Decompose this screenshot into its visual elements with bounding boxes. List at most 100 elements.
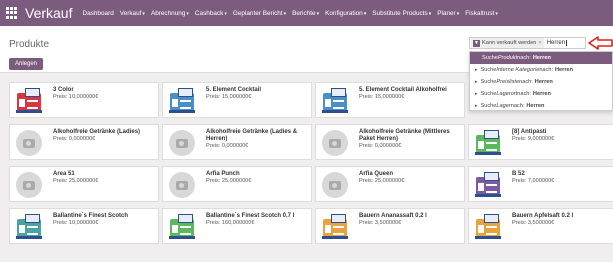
search-facet[interactable]: ▼ Kann verkauft werden × [471,38,544,48]
expand-triangle-icon[interactable]: ▸ [475,67,478,73]
product-card[interactable]: Area 51 Preis: 25,000000€ [9,166,159,202]
main-menu: Dashboard Verkauf▾ Abrechnung▾ Cashback▾ Gep… [82,10,503,17]
apps-menu-icon[interactable] [6,7,18,19]
product-card[interactable]: B 52 Preis: 7,000000€ [468,166,613,202]
option-prefix: Suche [480,79,497,85]
option-term: Herren [532,55,551,61]
product-card[interactable]: Bauern Apfelsaft 0.2 l Preis: 3,500000€ [468,208,613,244]
option-prefix: Suche [480,91,497,97]
product-name: Alkoholfreie Getränke (Ladies) [53,129,141,135]
menu-item-fiskaltrust[interactable]: Fiskaltrust▾ [465,10,498,17]
cash-register-icon [16,214,42,240]
filter-icon: ▼ [473,39,480,47]
menu-item-label: Fiskaltrust [465,9,495,17]
product-name: Ballantine`s Finest Scotch 0.7 l [206,213,295,219]
menu-item-label: Substitute Products [372,9,428,17]
product-name: 3 Color [53,87,74,93]
menu-item-planer[interactable]: Planer▾ [437,10,459,17]
product-price: Preis: 160,000000€ [206,220,255,226]
menu-item-geplanter-bericht[interactable]: Geplanter Bericht▾ [233,10,286,17]
search-autocomplete-dropdown: Suche Produkt nach: Herren ▸ Suche Interne … [469,51,613,111]
menu-item-konfiguration[interactable]: Konfiguration▾ [325,10,366,17]
expand-triangle-icon[interactable]: ▸ [475,79,478,85]
search-option[interactable]: Suche Produkt nach: Herren [470,52,612,64]
remove-facet-icon[interactable]: × [538,40,541,46]
cash-register-icon [475,214,501,240]
menu-item-label: Verkauf [119,9,142,17]
create-button[interactable]: Anlegen [9,58,43,70]
product-card[interactable]: Arfia Queen Preis: 25,000000€ [315,166,465,202]
menu-item-label: Dashboard [82,9,114,17]
product-card[interactable]: Alkoholfreie Getränke (Mittleres Paket H… [315,124,465,160]
camera-placeholder-icon [16,172,42,198]
product-name: Alkoholfreie Getränke (Mittleres Paket H… [359,129,450,142]
menu-item-label: Planer [437,9,456,17]
product-card[interactable]: Ballantine`s Finest Scotch Preis: 10,0000… [9,208,159,244]
cash-register-icon [475,130,501,156]
product-card[interactable]: Arfia Punch Preis: 25,000000€ [162,166,312,202]
menu-item-substitute-products[interactable]: Substitute Products▾ [372,10,431,17]
product-name: Ballantine`s Finest Scotch [53,213,129,219]
search-option[interactable]: ▸ Suche Interne Kategorie nach: Herren [470,64,612,76]
search-bar[interactable]: ▼ Kann verkauft werden × Herren [469,37,586,49]
caret-down-icon: ▾ [428,10,432,17]
product-card[interactable]: Bauern Ananassaft 0.2 l Preis: 3,500000€ [315,208,465,244]
facet-label: Kann verkauft werden [482,40,537,46]
caret-down-icon: ▾ [456,10,460,17]
product-price: Preis: 9,000000€ [512,136,555,142]
product-price: Preis: 0,000000€ [53,136,96,142]
camera-placeholder-icon [169,130,195,156]
option-suffix: nach: [517,91,531,97]
option-prefix: Suche [480,103,497,109]
search-option[interactable]: ▸ Suche Lager nach: Herren [470,100,612,112]
menu-item-dashboard[interactable]: Dashboard [82,10,113,17]
product-name: 5. Element Cocktail [206,87,262,93]
cash-register-icon [169,214,195,240]
product-price: Preis: 10,000000€ [53,94,99,100]
cash-register-icon [169,88,195,114]
product-price: Preis: 0,000000€ [206,143,249,149]
caret-down-icon: ▾ [495,10,498,17]
menu-item-cashback[interactable]: Cashback▾ [195,10,227,17]
product-name: Arfia Queen [359,171,394,177]
menu-item-label: Berichte [292,9,316,17]
option-field: Produkt [497,55,518,61]
option-prefix: Suche [482,55,498,61]
product-card[interactable]: Alkoholfreie Getränke (Ladies & Herren) P… [162,124,312,160]
camera-placeholder-icon [16,130,42,156]
camera-placeholder-icon [169,172,195,198]
menu-item-label: Abrechnung [150,9,186,17]
cash-register-icon [475,172,501,198]
option-suffix: nach: [517,55,531,61]
product-name: Bauern Apfelsaft 0.2 l [512,213,574,219]
menu-item-berichte[interactable]: Berichte▾ [292,10,319,17]
product-name: Alkoholfreie Getränke (Ladies & Herren) [206,129,298,142]
option-term: Herren [526,103,545,109]
caret-down-icon: ▾ [224,10,227,17]
menu-item-verkauf[interactable]: Verkauf▾ [120,10,145,17]
search-input[interactable]: Herren [547,40,568,46]
top-navbar: Verkauf Dashboard Verkauf▾ Abrechnung▾ Cash… [0,0,613,26]
product-card[interactable]: Ballantine`s Finest Scotch 0.7 l Preis: 1… [162,208,312,244]
option-field: Lager [496,103,511,109]
menu-item-label: Cashback [194,9,224,17]
product-card[interactable]: Alkoholfreie Getränke (Ladies) Preis: 0,0… [9,124,159,160]
caret-down-icon: ▾ [186,10,189,17]
product-price: Preis: 10,000000€ [53,220,99,226]
menu-item-abrechnung[interactable]: Abrechnung▾ [151,10,189,17]
expand-triangle-icon[interactable]: ▸ [475,103,478,109]
option-field: Interne Kategorie [496,67,540,73]
search-option[interactable]: ▸ Suche Lagerort nach: Herren [470,88,612,100]
option-suffix: nach: [510,103,525,109]
search-option[interactable]: ▸ Suche Preisliste nach: Herren [470,76,612,88]
caret-down-icon: ▾ [283,10,287,17]
cash-register-icon [322,214,348,240]
product-card[interactable]: 5. Element Cocktail Alkoholfrei Preis: 15… [315,82,465,118]
product-card[interactable]: [8] Antipasti Preis: 9,000000€ [468,124,613,160]
product-price: Preis: 25,000000€ [359,178,405,184]
product-card[interactable]: 3 Color Preis: 10,000000€ [9,82,159,118]
option-field: Preisliste [496,79,520,85]
menu-item-label: Geplanter Bericht [232,9,283,17]
expand-triangle-icon[interactable]: ▸ [475,91,478,97]
product-card[interactable]: 5. Element Cocktail Preis: 15,000000€ [162,82,312,118]
